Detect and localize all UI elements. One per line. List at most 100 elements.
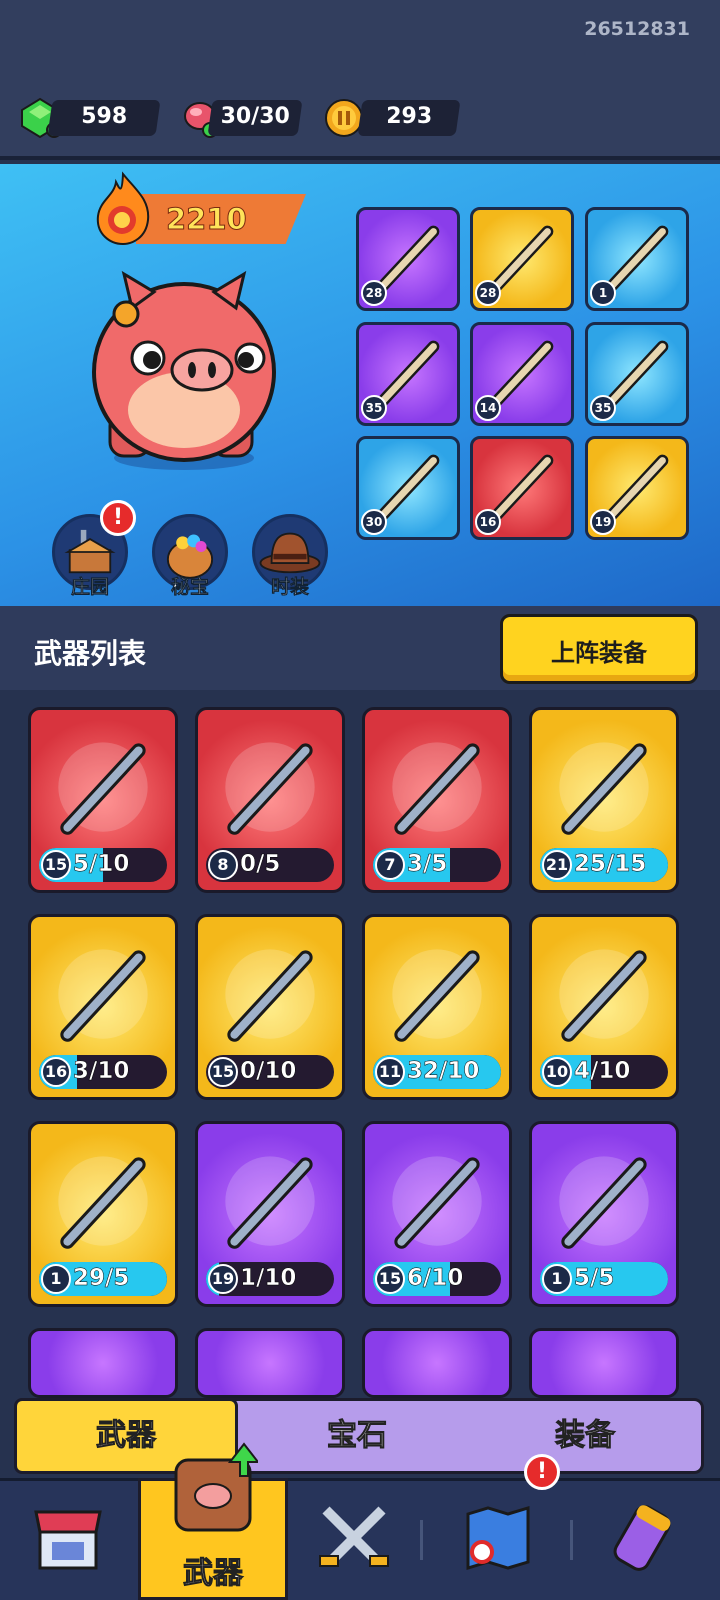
weapon-shard-count: 32/10 bbox=[407, 1058, 480, 1085]
weapon-level: 1 bbox=[542, 1264, 572, 1294]
weapon-card[interactable]: 11 32/10 bbox=[362, 914, 512, 1100]
farm-label: 庄园 bbox=[70, 576, 110, 599]
equipped-slot[interactable]: 35 bbox=[356, 322, 460, 426]
equipped-slot[interactable]: 1 bbox=[585, 207, 689, 311]
weapon-progress-bar: 15 5/10 bbox=[39, 848, 167, 882]
equipped-level: 1 bbox=[590, 280, 616, 306]
equipped-level: 19 bbox=[590, 509, 616, 535]
coins-value: 293 bbox=[386, 104, 433, 129]
weapon-card[interactable]: 1 5/5 bbox=[529, 1121, 679, 1307]
weapon-progress-bar: 21 25/15 bbox=[540, 848, 668, 882]
map-icon[interactable] bbox=[460, 1500, 536, 1576]
power-banner: 2210 bbox=[136, 194, 306, 244]
weapon-bag-icon[interactable] bbox=[168, 1440, 258, 1540]
weapon-progress-bar: 11 32/10 bbox=[373, 1055, 501, 1089]
weapon-icon bbox=[225, 949, 315, 1042]
nav-separator bbox=[570, 1520, 573, 1560]
equipped-level: 28 bbox=[475, 280, 501, 306]
category-tabs: 武器 宝石 装备 bbox=[14, 1398, 704, 1474]
weapon-progress-bar: 15 0/10 bbox=[206, 1055, 334, 1089]
weapon-shard-count: 5/10 bbox=[73, 851, 130, 878]
equipped-slot[interactable]: 28 bbox=[356, 207, 460, 311]
weapon-icon bbox=[559, 1156, 649, 1249]
weapon-progress-bar: 1 5/5 bbox=[540, 1262, 668, 1296]
fashion-label: 时装 bbox=[270, 576, 310, 599]
weapon-card[interactable] bbox=[195, 1328, 345, 1398]
gems-counter[interactable]: 598 bbox=[47, 100, 161, 136]
weapon-card[interactable]: 1 29/5 bbox=[28, 1121, 178, 1307]
nav-separator bbox=[420, 1520, 423, 1560]
equipped-slot[interactable]: 16 bbox=[470, 436, 574, 540]
equipped-slot[interactable]: 19 bbox=[585, 436, 689, 540]
weapon-card[interactable] bbox=[28, 1328, 178, 1398]
weapon-level: 1 bbox=[41, 1264, 71, 1294]
weapon-level: 19 bbox=[208, 1264, 238, 1294]
weapon-shard-count: 5/5 bbox=[574, 1265, 615, 1292]
deploy-equipment-button[interactable]: 上阵装备 bbox=[500, 614, 698, 684]
weapon-icon bbox=[225, 1156, 315, 1249]
weapon-level: 21 bbox=[542, 850, 572, 880]
weapon-card[interactable] bbox=[362, 1328, 512, 1398]
weapon-level: 15 bbox=[375, 1264, 405, 1294]
farm-alert-badge: ! bbox=[100, 500, 136, 536]
weapon-card[interactable]: 19 1/10 bbox=[195, 1121, 345, 1307]
weapon-card[interactable]: 10 4/10 bbox=[529, 914, 679, 1100]
equipped-level: 35 bbox=[361, 395, 387, 421]
fire-power-icon bbox=[96, 171, 150, 246]
weapon-progress-bar: 15 6/10 bbox=[373, 1262, 501, 1296]
coins-counter[interactable]: 293 bbox=[357, 100, 461, 136]
weapon-card[interactable]: 21 25/15 bbox=[529, 707, 679, 893]
weapon-icon bbox=[392, 1156, 482, 1249]
weapon-card[interactable]: 15 0/10 bbox=[195, 914, 345, 1100]
shop-icon[interactable] bbox=[30, 1500, 106, 1576]
weapon-shard-count: 29/5 bbox=[73, 1265, 130, 1292]
treasure-label: 秘宝 bbox=[170, 576, 210, 599]
equipped-level: 35 bbox=[590, 395, 616, 421]
weapon-icon bbox=[58, 742, 148, 835]
weapon-shard-count: 1/10 bbox=[240, 1265, 297, 1292]
weapon-icon bbox=[58, 1156, 148, 1249]
battle-swords-icon[interactable] bbox=[316, 1500, 392, 1576]
equipped-slot[interactable]: 14 bbox=[470, 322, 574, 426]
weapon-level: 10 bbox=[542, 1057, 572, 1087]
equipped-level: 30 bbox=[361, 509, 387, 535]
equipped-level: 14 bbox=[475, 395, 501, 421]
weapon-level: 16 bbox=[41, 1057, 71, 1087]
equipped-slot[interactable]: 28 bbox=[470, 207, 574, 311]
weapon-card[interactable]: 15 5/10 bbox=[28, 707, 178, 893]
equipped-slot[interactable]: 30 bbox=[356, 436, 460, 540]
weapon-card[interactable] bbox=[529, 1328, 679, 1398]
weapon-level: 8 bbox=[208, 850, 238, 880]
energy-value: 30/30 bbox=[220, 104, 290, 129]
power-value: 2210 bbox=[166, 202, 248, 237]
weapon-shard-count: 4/10 bbox=[574, 1058, 631, 1085]
weapon-icon bbox=[559, 949, 649, 1042]
weapon-progress-bar: 8 0/5 bbox=[206, 848, 334, 882]
weapon-card[interactable]: 15 6/10 bbox=[362, 1121, 512, 1307]
energy-counter[interactable]: 30/30 bbox=[207, 100, 303, 136]
weapon-progress-bar: 10 4/10 bbox=[540, 1055, 668, 1089]
map-alert-badge: ! bbox=[524, 1454, 560, 1490]
tab-gems[interactable]: 宝石 bbox=[245, 1401, 469, 1471]
equipped-level: 16 bbox=[475, 509, 501, 535]
weapon-card[interactable]: 7 3/5 bbox=[362, 707, 512, 893]
nav-weapons-label: 武器 bbox=[183, 1556, 244, 1592]
deploy-label: 上阵装备 bbox=[551, 639, 647, 667]
weapon-icon bbox=[392, 949, 482, 1042]
weapon-shard-count: 6/10 bbox=[407, 1265, 464, 1292]
weapon-shard-count: 3/5 bbox=[407, 851, 448, 878]
weapon-card[interactable]: 8 0/5 bbox=[195, 707, 345, 893]
tab-equipment[interactable]: 装备 bbox=[473, 1401, 697, 1471]
weapon-icon bbox=[58, 949, 148, 1042]
equipped-slot[interactable]: 35 bbox=[585, 322, 689, 426]
pig-hero-avatar[interactable] bbox=[74, 262, 294, 474]
weapon-shard-count: 0/5 bbox=[240, 851, 281, 878]
weapon-level: 11 bbox=[375, 1057, 405, 1087]
weapon-progress-bar: 19 1/10 bbox=[206, 1262, 334, 1296]
weapon-card[interactable]: 16 3/10 bbox=[28, 914, 178, 1100]
user-id: 26512831 bbox=[584, 18, 690, 40]
equipped-level: 28 bbox=[361, 280, 387, 306]
capsule-icon[interactable] bbox=[604, 1500, 680, 1576]
weapon-progress-bar: 16 3/10 bbox=[39, 1055, 167, 1089]
gems-value: 598 bbox=[81, 104, 128, 129]
